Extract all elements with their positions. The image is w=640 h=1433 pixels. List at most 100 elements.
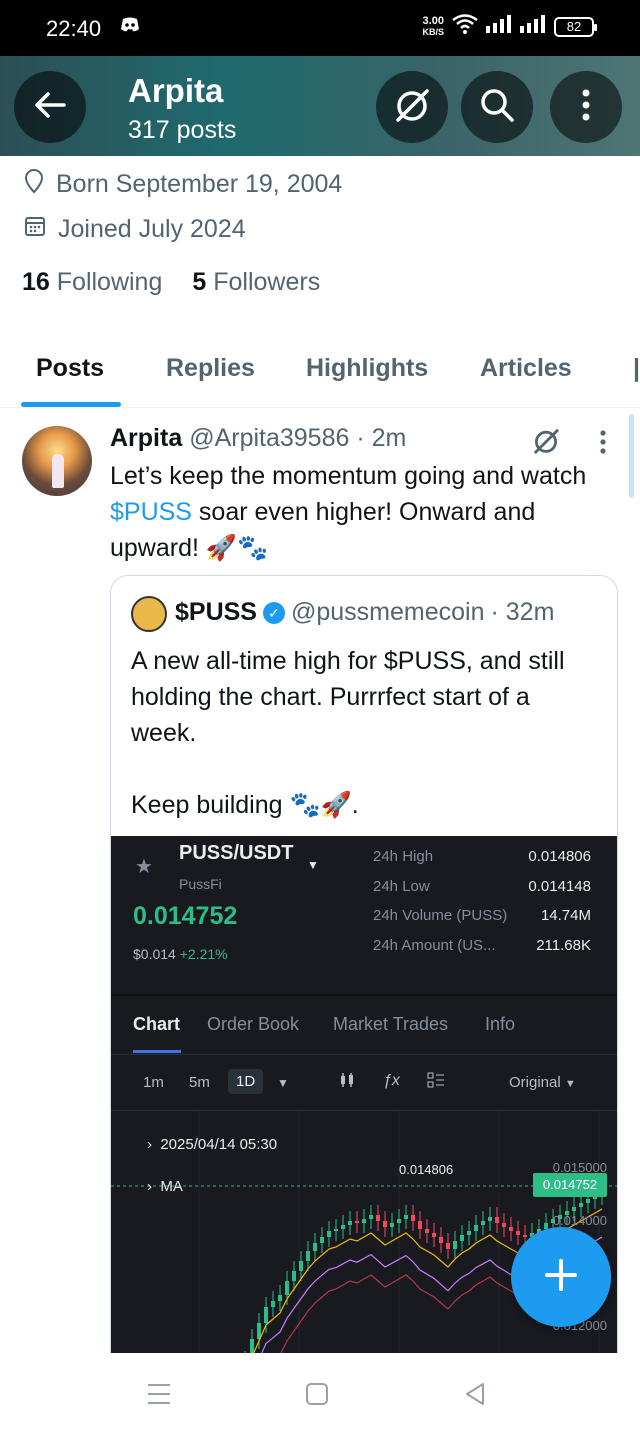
more-button[interactable] xyxy=(550,71,622,143)
candle-body xyxy=(348,1221,352,1225)
stat-label: 24h Volume (PUSS) xyxy=(373,907,508,924)
tab-overflow[interactable]: | xyxy=(633,354,640,383)
back-arrow-icon xyxy=(34,91,66,124)
candle-body xyxy=(488,1217,492,1221)
candle-body xyxy=(334,1229,338,1231)
divider xyxy=(111,994,617,996)
timeframe-1m: 1m xyxy=(143,1074,164,1091)
post-grok-icon[interactable] xyxy=(530,425,562,462)
back-nav-button[interactable] xyxy=(465,1382,485,1411)
candle-body xyxy=(362,1219,366,1223)
stat-value: 0.014806 xyxy=(528,848,591,865)
stat-label: 24h High xyxy=(373,848,434,865)
post-author-name[interactable]: Arpita xyxy=(110,424,182,452)
trade-fiat: $0.014 +2.21% xyxy=(133,946,228,962)
candle-body xyxy=(432,1233,436,1237)
candle-body xyxy=(418,1221,422,1229)
current-price-tag: 0.014752 xyxy=(533,1173,607,1197)
followers-link[interactable]: 5 Followers xyxy=(192,268,320,297)
trade-project: PussFi xyxy=(179,876,222,892)
trade-tab-info: Info xyxy=(485,1014,516,1034)
post-count: 317 posts xyxy=(128,116,237,144)
recent-apps-button[interactable] xyxy=(147,1383,171,1410)
candle-body xyxy=(320,1237,324,1243)
net-speed: 3.00 KB/S xyxy=(422,14,444,37)
candle-type-icon xyxy=(339,1072,355,1093)
stat-label: 24h Low xyxy=(373,878,430,895)
tab-replies[interactable]: Replies xyxy=(166,354,255,383)
quote-avatar[interactable] xyxy=(131,596,167,632)
active-tab-indicator xyxy=(21,402,121,407)
search-button[interactable] xyxy=(461,71,533,143)
tab-highlights[interactable]: Highlights xyxy=(306,354,428,383)
post-header: Arpita @Arpita39586 · 2m xyxy=(110,424,406,453)
quote-text: A new all-time high for $PUSS, and still… xyxy=(131,647,565,819)
tab-articles[interactable]: Articles xyxy=(480,354,572,383)
more-vertical-icon xyxy=(582,89,590,126)
born-row: Born September 19, 2004 xyxy=(24,168,342,201)
wifi-icon xyxy=(452,14,478,39)
chart-high-marker: 0.014806 xyxy=(399,1162,454,1177)
divider xyxy=(111,1054,617,1055)
star-icon: ★ xyxy=(135,856,153,878)
follow-stats: 16 Following 5 Followers xyxy=(22,268,320,297)
tab-posts[interactable]: Posts xyxy=(36,354,104,383)
signal-icon xyxy=(486,15,512,38)
avatar[interactable] xyxy=(22,426,92,496)
axis-label: 0.014000 xyxy=(552,1213,607,1228)
profile-tabs: Posts Replies Highlights Articles | xyxy=(0,340,640,408)
calendar-icon xyxy=(24,215,46,244)
joined-text: Joined July 2024 xyxy=(58,215,246,243)
candle-body xyxy=(460,1235,464,1241)
chart-ma-label: › MA xyxy=(147,1178,183,1195)
location-pin-icon xyxy=(24,168,44,201)
quote-time: · 32m xyxy=(490,598,555,626)
caret-down-icon: ▼ xyxy=(307,858,319,872)
candle-body xyxy=(586,1199,590,1203)
candle-body xyxy=(523,1235,527,1237)
back-button[interactable] xyxy=(14,71,86,143)
candle-body xyxy=(446,1243,450,1249)
compose-plus-icon xyxy=(544,1258,578,1297)
trade-tab-order-book: Order Book xyxy=(207,1014,300,1034)
post-more-icon[interactable] xyxy=(599,430,607,461)
dropdown-caret-icon: ▼ xyxy=(277,1076,289,1090)
candle-body xyxy=(481,1221,485,1225)
stat-value: 211.68K xyxy=(536,937,591,954)
post-author-handle[interactable]: @Arpita39586 xyxy=(189,424,349,452)
candle-body xyxy=(467,1231,471,1235)
chart-date: › 2025/04/14 05:30 xyxy=(147,1136,278,1153)
compose-button[interactable] xyxy=(511,1227,611,1327)
candle-body xyxy=(397,1219,401,1223)
candle-body xyxy=(572,1207,576,1211)
trade-last-price: 0.014752 xyxy=(133,902,238,930)
following-link[interactable]: 16 Following xyxy=(22,268,162,297)
battery-icon: 82 xyxy=(554,16,597,37)
candle-body xyxy=(411,1215,415,1221)
candle-body xyxy=(474,1225,478,1231)
candle-body xyxy=(278,1295,282,1301)
candle-body xyxy=(516,1231,520,1235)
search-icon xyxy=(479,87,515,128)
timeframe-5m: 5m xyxy=(189,1074,210,1091)
signal-icon-2 xyxy=(520,15,546,38)
trade-tab-chart: Chart xyxy=(133,1014,181,1034)
quote-author-name: $PUSS xyxy=(175,598,257,626)
candle-body xyxy=(579,1203,583,1207)
stat-value: 14.74M xyxy=(540,907,591,924)
status-bar: 22:40 3.00 KB/S 82 xyxy=(0,0,640,56)
price-type-select: Original ▼ xyxy=(509,1074,576,1091)
quote-author-handle: @pussmemecoin xyxy=(290,598,485,626)
candle-body xyxy=(299,1261,303,1271)
candle-body xyxy=(390,1223,394,1227)
candle-body xyxy=(439,1237,443,1243)
post-text: Let’s keep the momentum going and watch … xyxy=(110,462,587,562)
scroll-indicator[interactable] xyxy=(629,414,634,498)
indicator-fx-icon: ƒx xyxy=(383,1072,400,1089)
candle-body xyxy=(502,1223,506,1227)
candle-body xyxy=(425,1229,429,1233)
home-button[interactable] xyxy=(306,1383,328,1410)
grok-button[interactable] xyxy=(376,71,448,143)
cashtag-link[interactable]: $PUSS xyxy=(110,498,192,526)
candle-body xyxy=(376,1215,380,1221)
